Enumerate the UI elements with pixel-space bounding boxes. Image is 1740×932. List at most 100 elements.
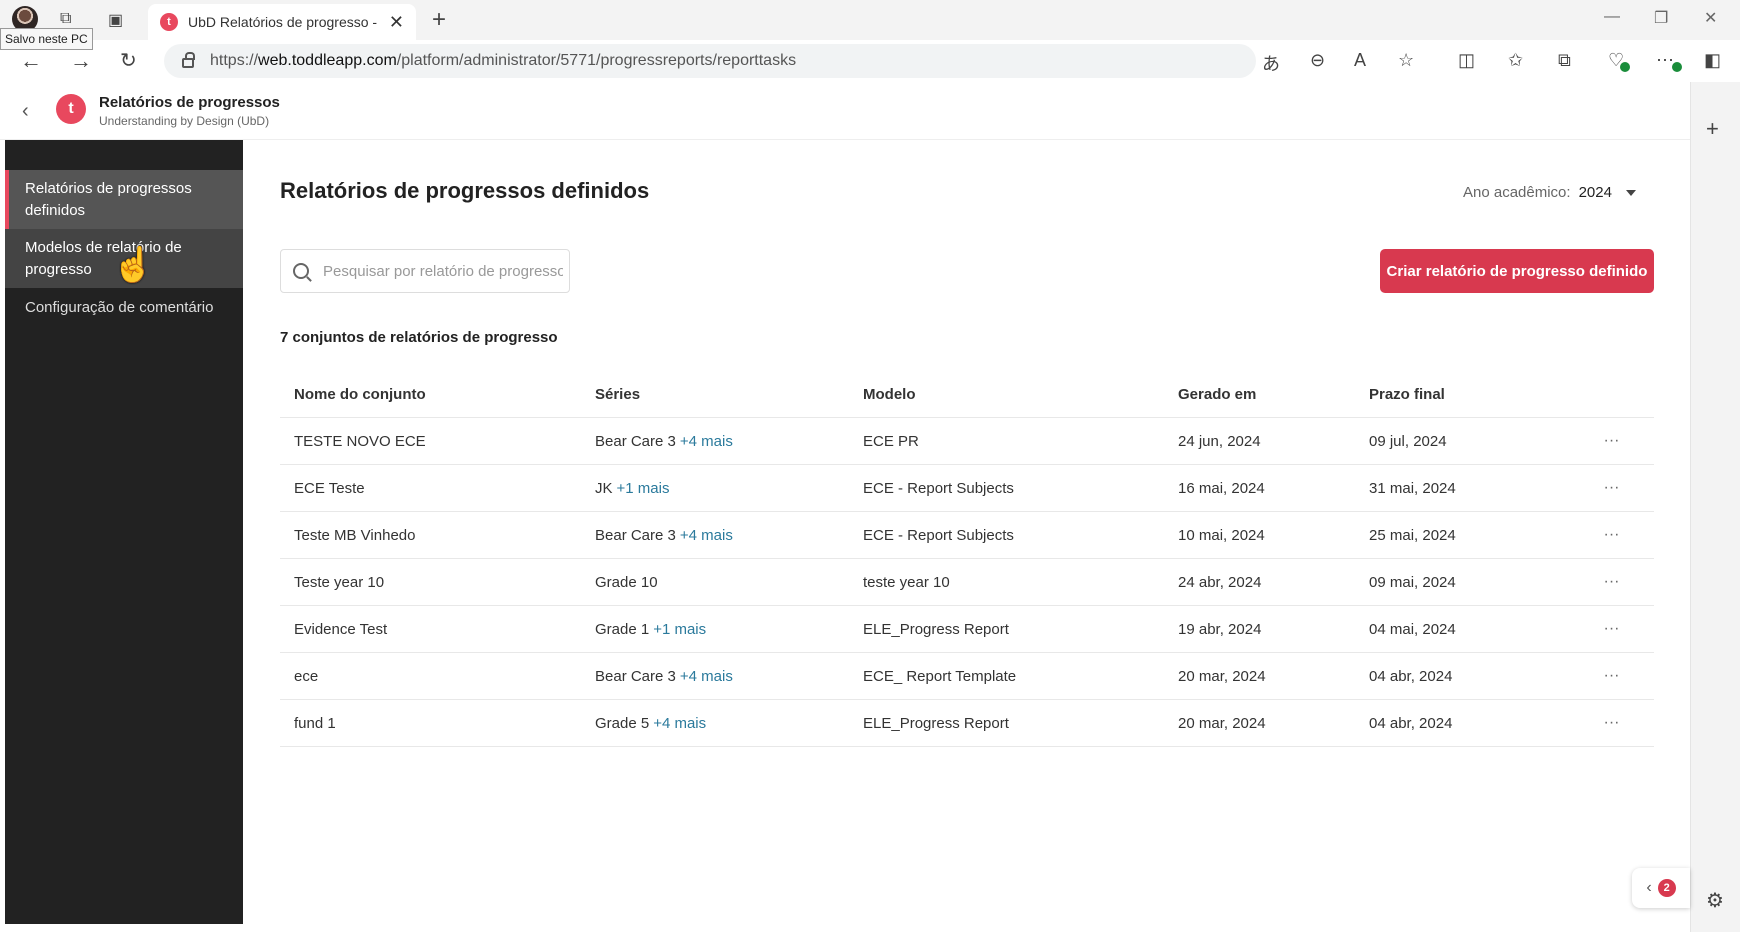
tab-actions-icon[interactable]: ▣ xyxy=(108,10,123,30)
collections-toolbar-icon[interactable]: ⧉ xyxy=(1558,50,1571,71)
search-input[interactable] xyxy=(323,262,563,280)
minimize-icon[interactable]: — xyxy=(1604,8,1620,26)
cell-generated: 20 mar, 2024 xyxy=(1178,714,1266,732)
browser-sidebar xyxy=(1690,82,1740,932)
zoom-out-icon[interactable]: ⊖ xyxy=(1310,50,1325,71)
reports-table: Nome do conjunto Séries Modelo Gerado em… xyxy=(280,372,1654,747)
tooltip: Salvo neste PC xyxy=(0,28,93,50)
table-row[interactable]: ECE Teste JK +1 mais ECE - Report Subjects 1… xyxy=(280,465,1654,512)
row-menu-icon[interactable]: ··· xyxy=(1569,573,1654,591)
series-more-link[interactable]: +4 mais xyxy=(680,433,733,450)
series-more-link[interactable]: +1 mais xyxy=(617,480,670,497)
cell-model: ECE PR xyxy=(863,432,919,450)
row-menu-icon[interactable]: ··· xyxy=(1569,667,1654,685)
cell-series: Grade 5 +4 mais xyxy=(595,715,863,732)
cell-series: Bear Care 3 +4 mais xyxy=(595,668,863,685)
cell-generated: 24 abr, 2024 xyxy=(1178,573,1262,591)
row-menu-icon[interactable]: ··· xyxy=(1569,526,1654,544)
cell-series: Bear Care 3 +4 mais xyxy=(595,433,863,450)
table-row[interactable]: ece Bear Care 3 +4 mais ECE_ Report Templat… xyxy=(280,653,1654,700)
series-text: Grade 1 xyxy=(595,620,650,638)
new-tab-icon[interactable]: + xyxy=(432,6,446,34)
toddle-logo: t xyxy=(56,94,86,124)
cell-name[interactable]: ece xyxy=(280,668,595,685)
cell-series: Grade 1 +1 mais xyxy=(595,621,863,638)
series-text: Bear Care 3 xyxy=(595,667,676,685)
series-text: Grade 5 xyxy=(595,714,650,732)
series-text: Bear Care 3 xyxy=(595,432,676,450)
series-more-link[interactable]: +4 mais xyxy=(680,668,733,685)
cell-deadline: 09 mai, 2024 xyxy=(1369,573,1456,591)
sidebar-settings-icon[interactable]: ⚙ xyxy=(1706,888,1724,913)
sidebar-item-defined-reports[interactable]: Relatórios de progressos definidos xyxy=(5,170,243,229)
chevron-left-icon: ‹ xyxy=(1646,879,1652,896)
update-dot xyxy=(1672,62,1682,72)
translate-icon[interactable]: あ xyxy=(1262,50,1280,76)
table-row[interactable]: Evidence Test Grade 1 +1 mais ELE_Progress … xyxy=(280,606,1654,653)
app-back-icon[interactable]: ‹ xyxy=(22,100,29,123)
cell-model: ECE_ Report Template xyxy=(863,667,1017,685)
app-title: Relatórios de progressos xyxy=(99,94,280,111)
cell-deadline: 31 mai, 2024 xyxy=(1369,479,1456,497)
cell-generated: 16 mai, 2024 xyxy=(1178,479,1265,497)
series-text: Bear Care 3 xyxy=(595,526,676,544)
main-content: Relatórios de progressos definidos Ano a… xyxy=(243,140,1690,924)
col-header-deadline[interactable]: Prazo final xyxy=(1369,386,1569,403)
favorites-list-icon[interactable]: ✩ xyxy=(1508,50,1523,71)
lock-icon xyxy=(182,52,195,68)
window-close-icon[interactable]: ✕ xyxy=(1704,8,1717,28)
cell-generated: 19 abr, 2024 xyxy=(1178,620,1262,638)
cell-model: ELE_Progress Report xyxy=(863,714,1009,732)
series-more-link[interactable]: +1 mais xyxy=(653,621,706,638)
col-header-model[interactable]: Modelo xyxy=(863,386,1178,403)
back-icon[interactable]: ← xyxy=(20,48,42,74)
restore-icon[interactable]: ❐ xyxy=(1654,8,1668,28)
cell-name[interactable]: TESTE NOVO ECE xyxy=(280,433,595,450)
sidebar-item-comment-config[interactable]: Configuração de comentário xyxy=(5,288,243,328)
table-row[interactable]: Teste year 10 Grade 10 teste year 10 24 abr… xyxy=(280,559,1654,606)
cell-model: ECE - Report Subjects xyxy=(863,526,1014,544)
browser-tab-bar: ⧉ ▣ t UbD Relatórios de progresso - Re ✕… xyxy=(0,0,1740,40)
reload-icon[interactable]: ↻ xyxy=(120,48,137,73)
cell-name[interactable]: Teste year 10 xyxy=(280,574,595,591)
cell-name[interactable]: ECE Teste xyxy=(280,480,595,497)
cell-model: teste year 10 xyxy=(863,573,950,591)
split-screen-icon[interactable]: ◫ xyxy=(1458,50,1475,71)
report-count: 7 conjuntos de relatórios de progresso xyxy=(280,329,558,346)
row-menu-icon[interactable]: ··· xyxy=(1569,479,1654,497)
table-row[interactable]: Teste MB Vinhedo Bear Care 3 +4 mais ECE - … xyxy=(280,512,1654,559)
col-header-generated[interactable]: Gerado em xyxy=(1178,386,1369,403)
forward-icon[interactable]: → xyxy=(70,48,92,74)
add-sidebar-app-icon[interactable]: + xyxy=(1706,116,1719,142)
sidebar-toggle-icon[interactable]: ◧ xyxy=(1704,50,1721,71)
chevron-down-icon xyxy=(1625,189,1636,196)
read-aloud-icon[interactable]: A xyxy=(1354,50,1366,71)
cell-deadline: 04 mai, 2024 xyxy=(1369,620,1456,638)
row-menu-icon[interactable]: ··· xyxy=(1569,714,1654,732)
cell-deadline: 25 mai, 2024 xyxy=(1369,526,1456,544)
hand-cursor-icon: ☝ xyxy=(112,246,155,284)
cell-name[interactable]: Evidence Test xyxy=(280,621,595,638)
app-subtitle: Understanding by Design (UbD) xyxy=(99,114,270,128)
row-menu-icon[interactable]: ··· xyxy=(1569,432,1654,450)
toddle-favicon-icon: t xyxy=(160,13,178,31)
series-more-link[interactable]: +4 mais xyxy=(653,715,706,732)
active-tab[interactable]: t UbD Relatórios de progresso - Re ✕ xyxy=(148,4,416,40)
table-row[interactable]: fund 1 Grade 5 +4 mais ELE_Progress Report 2… xyxy=(280,700,1654,747)
series-more-link[interactable]: +4 mais xyxy=(680,527,733,544)
collections-icon[interactable]: ⧉ xyxy=(60,10,71,28)
create-report-button[interactable]: Criar relatório de progresso definido xyxy=(1380,249,1654,293)
address-bar[interactable]: https://web.toddleapp.com/platform/admin… xyxy=(164,44,1256,78)
cell-name[interactable]: Teste MB Vinhedo xyxy=(280,527,595,544)
col-header-name[interactable]: Nome do conjunto xyxy=(280,386,595,403)
search-box[interactable] xyxy=(280,249,570,293)
help-widget[interactable]: ‹ 2 xyxy=(1632,868,1690,908)
table-row[interactable]: TESTE NOVO ECE Bear Care 3 +4 mais ECE PR 24… xyxy=(280,418,1654,465)
cell-name[interactable]: fund 1 xyxy=(280,715,595,732)
favorite-star-icon[interactable]: ☆ xyxy=(1398,50,1414,71)
close-tab-icon[interactable]: ✕ xyxy=(389,12,404,33)
row-menu-icon[interactable]: ··· xyxy=(1569,620,1654,638)
cell-deadline: 04 abr, 2024 xyxy=(1369,667,1453,685)
col-header-series[interactable]: Séries xyxy=(595,386,863,403)
academic-year-dropdown[interactable]: Ano acadêmico: 2024 xyxy=(1463,184,1636,201)
